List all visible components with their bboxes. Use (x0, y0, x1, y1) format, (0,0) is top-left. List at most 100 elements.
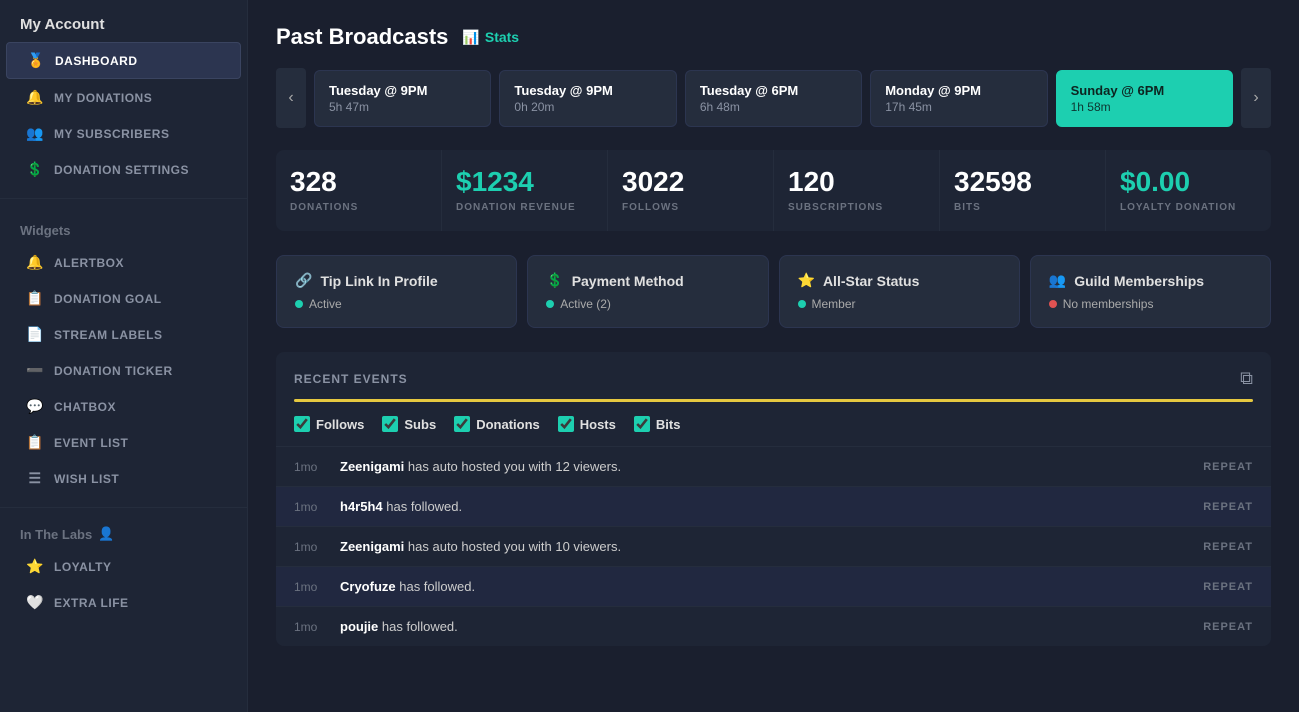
event-user-2: Zeenigami (340, 539, 404, 554)
event-user-3: Cryofuze (340, 579, 396, 594)
widget-icon-guild-memberships: 👥 (1049, 272, 1066, 289)
sidebar-item-dashboard[interactable]: 🏅 DASHBOARD (6, 42, 241, 79)
stat-value-2: 3022 (622, 168, 759, 196)
widget-title-tip-link: 🔗 Tip Link In Profile (295, 272, 498, 289)
my-donations-icon: 🔔 (26, 89, 44, 106)
filter-label-donations: Donations (476, 417, 540, 432)
chatbox-icon: 💬 (26, 398, 44, 415)
widget-card-guild-memberships[interactable]: 👥 Guild Memberships No memberships (1030, 255, 1271, 328)
event-list-icon: 📋 (26, 434, 44, 451)
sidebar-item-wish-list[interactable]: ☰ WISH LIST (6, 461, 241, 496)
sidebar-item-donation-settings[interactable]: 💲 DONATION SETTINGS (6, 152, 241, 187)
widget-card-tip-link[interactable]: 🔗 Tip Link In Profile Active (276, 255, 517, 328)
donation-ticker-icon: ➖ (26, 362, 44, 379)
sidebar-section-title: My Account (0, 0, 247, 41)
recent-events-header: RECENT EVENTS ⧉ (276, 352, 1271, 402)
loyalty-icon: ⭐ (26, 558, 44, 575)
stat-value-0: 328 (290, 168, 427, 196)
sidebar-item-stream-labels[interactable]: 📄 STREAM LABELS (6, 317, 241, 352)
filter-item-subs[interactable]: Subs (382, 416, 436, 432)
filter-item-follows[interactable]: Follows (294, 416, 364, 432)
stream-labels-icon: 📄 (26, 326, 44, 343)
sidebar-item-my-donations[interactable]: 🔔 MY DONATIONS (6, 80, 241, 115)
event-time-2: 1mo (294, 540, 326, 554)
stat-item-0: 328 DONATIONS (276, 150, 442, 231)
filter-item-bits[interactable]: Bits (634, 416, 681, 432)
broadcast-prev-button[interactable]: ‹ (276, 68, 306, 128)
broadcast-row: ‹ Tuesday @ 9PM 5h 47mTuesday @ 9PM 0h 2… (276, 68, 1271, 128)
sidebar-item-label-event-list: EVENT LIST (54, 436, 128, 450)
filter-label-bits: Bits (656, 417, 681, 432)
filter-item-donations[interactable]: Donations (454, 416, 540, 432)
filter-label-follows: Follows (316, 417, 364, 432)
sidebar-item-extra-life[interactable]: 🤍 EXTRA LIFE (6, 585, 241, 620)
broadcast-duration-2: 6h 48m (700, 100, 847, 114)
stats-link-label[interactable]: Stats (485, 29, 519, 45)
sidebar-item-donation-ticker[interactable]: ➖ DONATION TICKER (6, 353, 241, 388)
labs-label-text: In The Labs (20, 527, 92, 542)
sidebar-item-label-loyalty: LOYALTY (54, 560, 112, 574)
recent-events-section: RECENT EVENTS ⧉ Follows Subs Donations Host… (276, 352, 1271, 646)
broadcast-card-1[interactable]: Tuesday @ 9PM 0h 20m (499, 70, 676, 127)
sidebar-widget-nav: 🔔 ALERTBOX📋 DONATION GOAL📄 STREAM LABELS… (0, 244, 247, 497)
event-text-1: h4r5h4 has followed. (340, 499, 1189, 514)
sidebar-item-donation-goal[interactable]: 📋 DONATION GOAL (6, 281, 241, 316)
status-text-payment-method: Active (2) (560, 297, 611, 311)
filter-item-hosts[interactable]: Hosts (558, 416, 616, 432)
stat-item-3: 120 SUBSCRIPTIONS (774, 150, 940, 231)
sidebar-item-chatbox[interactable]: 💬 CHATBOX (6, 389, 241, 424)
broadcast-card-0[interactable]: Tuesday @ 9PM 5h 47m (314, 70, 491, 127)
filter-checkbox-bits[interactable] (634, 416, 650, 432)
broadcast-card-4[interactable]: Sunday @ 6PM 1h 58m (1056, 70, 1233, 127)
bar-chart-icon: 📊 (462, 29, 479, 46)
broadcast-card-3[interactable]: Monday @ 9PM 17h 45m (870, 70, 1047, 127)
sidebar-item-label-dashboard: DASHBOARD (55, 54, 138, 68)
broadcast-date-2: Tuesday @ 6PM (700, 83, 847, 98)
event-row-3: 1mo Cryofuze has followed. REPEAT (276, 567, 1271, 607)
stat-label-4: BITS (954, 202, 1091, 213)
broadcast-cards: Tuesday @ 9PM 5h 47mTuesday @ 9PM 0h 20m… (314, 70, 1233, 127)
widget-title-all-star: ⭐ All-Star Status (798, 272, 1001, 289)
filter-label-subs: Subs (404, 417, 436, 432)
labs-icon: 👤 (98, 526, 114, 542)
status-dot-all-star (798, 300, 806, 308)
filter-checkbox-donations[interactable] (454, 416, 470, 432)
broadcast-duration-4: 1h 58m (1071, 100, 1218, 114)
event-user-4: poujie (340, 619, 378, 634)
main-content: Past Broadcasts 📊 Stats ‹ Tuesday @ 9PM … (248, 0, 1299, 712)
sidebar-item-my-subscribers[interactable]: 👥 MY SUBSCRIBERS (6, 116, 241, 151)
event-repeat-4[interactable]: REPEAT (1203, 621, 1253, 633)
broadcast-duration-0: 5h 47m (329, 100, 476, 114)
filter-checkbox-subs[interactable] (382, 416, 398, 432)
sidebar-item-alertbox[interactable]: 🔔 ALERTBOX (6, 245, 241, 280)
sidebar-widgets-label: Widgets (0, 209, 247, 244)
filter-checkbox-follows[interactable] (294, 416, 310, 432)
event-repeat-1[interactable]: REPEAT (1203, 501, 1253, 513)
page-header: Past Broadcasts 📊 Stats (276, 24, 1271, 50)
sidebar-item-label-wish-list: WISH LIST (54, 472, 119, 486)
stats-link[interactable]: 📊 Stats (462, 29, 519, 46)
stat-value-3: 120 (788, 168, 925, 196)
stat-label-3: SUBSCRIPTIONS (788, 202, 925, 213)
event-repeat-0[interactable]: REPEAT (1203, 461, 1253, 473)
stat-label-1: DONATION REVENUE (456, 202, 593, 213)
event-repeat-3[interactable]: REPEAT (1203, 581, 1253, 593)
sidebar-item-label-donation-settings: DONATION SETTINGS (54, 163, 189, 177)
broadcast-card-2[interactable]: Tuesday @ 6PM 6h 48m (685, 70, 862, 127)
dashboard-icon: 🏅 (27, 52, 45, 69)
widget-status-payment-method: Active (2) (546, 297, 749, 311)
stat-value-5: $0.00 (1120, 168, 1257, 196)
my-subscribers-icon: 👥 (26, 125, 44, 142)
widget-card-payment-method[interactable]: 💲 Payment Method Active (2) (527, 255, 768, 328)
broadcast-next-button[interactable]: › (1241, 68, 1271, 128)
sidebar-item-loyalty[interactable]: ⭐ LOYALTY (6, 549, 241, 584)
copy-icon[interactable]: ⧉ (1240, 368, 1253, 389)
filter-checkbox-hosts[interactable] (558, 416, 574, 432)
status-text-all-star: Member (812, 297, 856, 311)
status-text-guild-memberships: No memberships (1063, 297, 1154, 311)
stats-row: 328 DONATIONS$1234 DONATION REVENUE3022 … (276, 150, 1271, 231)
event-repeat-2[interactable]: REPEAT (1203, 541, 1253, 553)
sidebar-item-event-list[interactable]: 📋 EVENT LIST (6, 425, 241, 460)
page-title: Past Broadcasts (276, 24, 448, 50)
widget-card-all-star[interactable]: ⭐ All-Star Status Member (779, 255, 1020, 328)
